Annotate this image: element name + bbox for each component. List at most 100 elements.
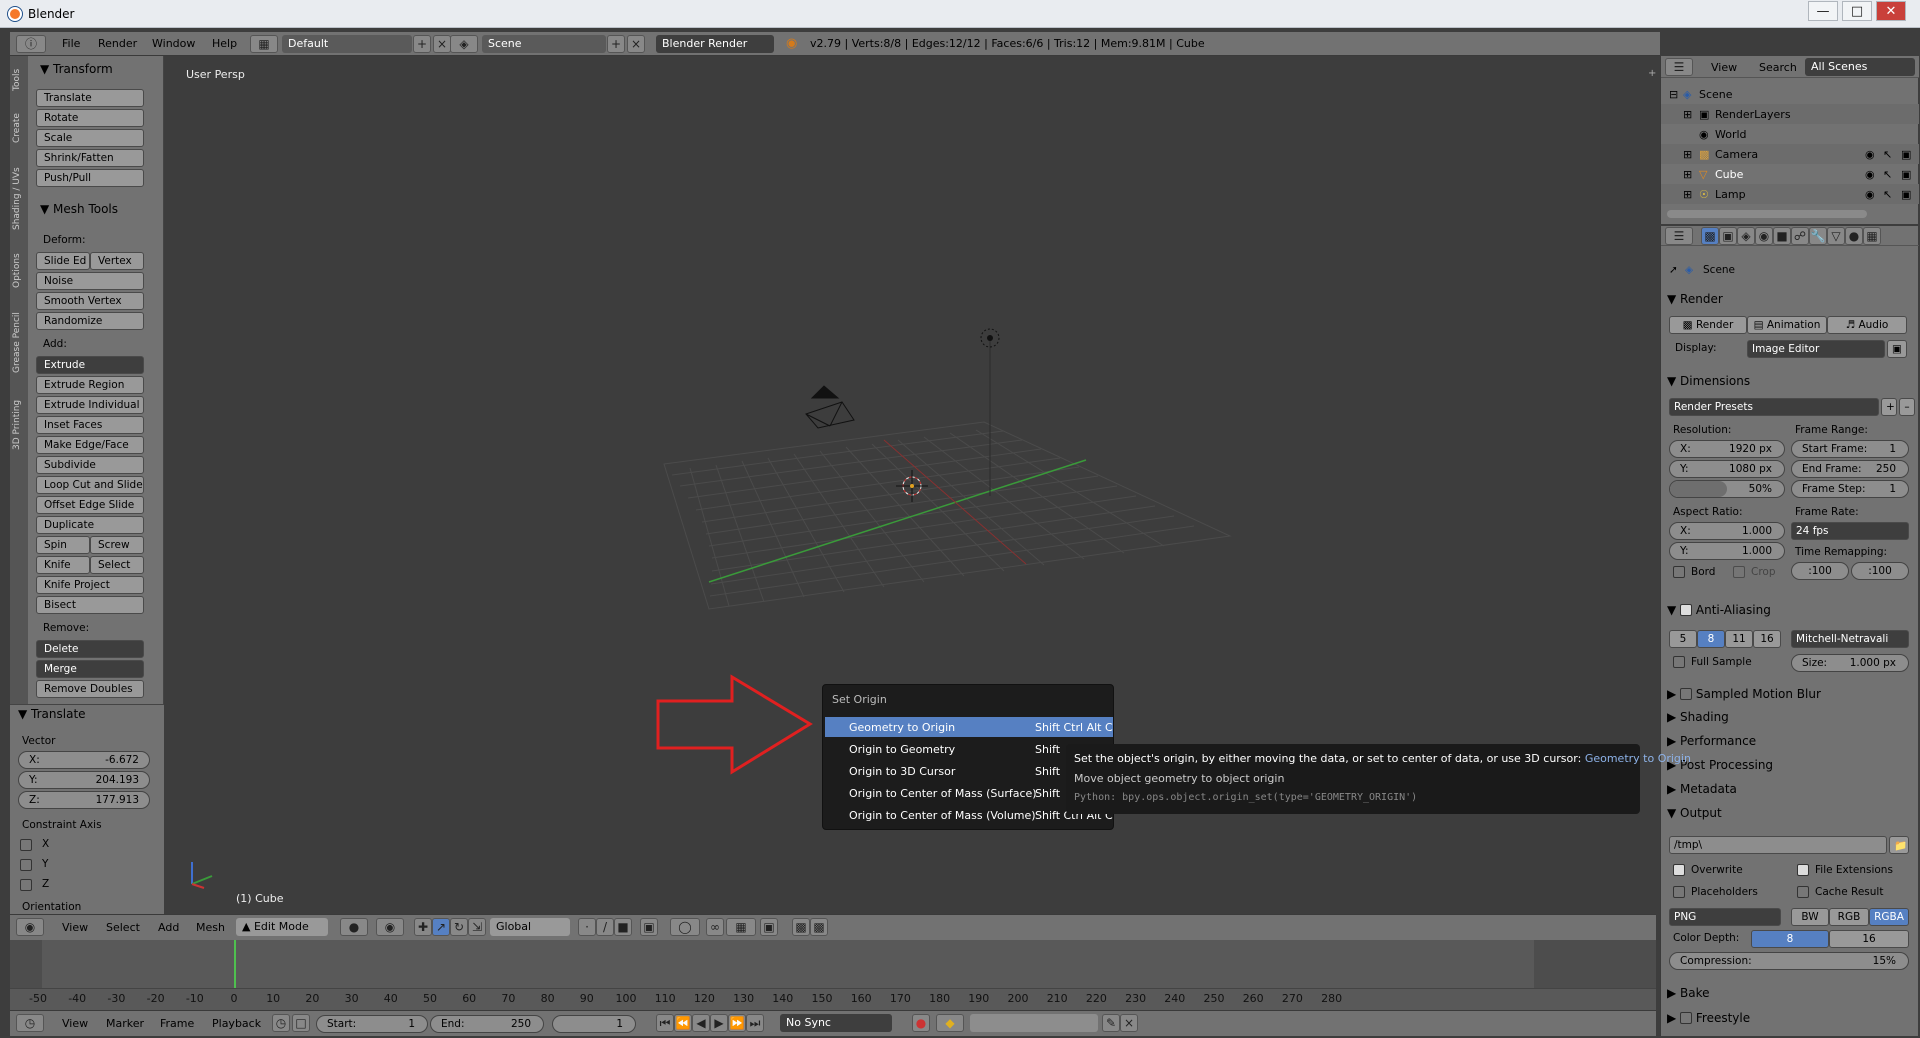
outliner-item-scene[interactable]: ⊟ ◈ Scene xyxy=(1661,84,1919,104)
extrude-individual-button[interactable]: Extrude Individual xyxy=(36,396,144,414)
frame-rate-select[interactable]: 24 fps xyxy=(1791,522,1909,540)
menu-mesh[interactable]: Mesh xyxy=(196,921,225,934)
extrude-region-button[interactable]: Extrude Region xyxy=(36,376,144,394)
tl-menu-view[interactable]: View xyxy=(62,1017,88,1030)
menu-add[interactable]: Add xyxy=(158,921,179,934)
object-tab-icon[interactable]: ■ xyxy=(1773,227,1791,245)
output-section[interactable]: ▼ Output xyxy=(1667,806,1722,820)
menu-help[interactable]: Help xyxy=(212,37,237,50)
viewport-shading-icon[interactable]: ● xyxy=(340,918,368,936)
start-frame-prop[interactable]: Start Frame: 1 xyxy=(1791,440,1909,458)
render-layers-tab-icon[interactable]: ▣ xyxy=(1719,227,1737,245)
tab-create[interactable]: Create xyxy=(12,106,26,150)
play-reverse-icon[interactable]: ◀ xyxy=(692,1014,710,1032)
outliner-menu-view[interactable]: View xyxy=(1711,61,1737,74)
output-path-field[interactable]: /tmp\ xyxy=(1669,836,1887,854)
properties-editor-icon[interactable]: ☰ xyxy=(1665,227,1693,245)
resolution-percentage-slider[interactable]: 50% xyxy=(1669,480,1785,498)
file-extensions-checkbox[interactable] xyxy=(1797,864,1809,876)
outliner-display-mode[interactable]: All Scenes xyxy=(1805,58,1915,76)
texture-tab-icon[interactable]: ▦ xyxy=(1863,227,1881,245)
frame-step-prop[interactable]: Frame Step: 1 xyxy=(1791,480,1909,498)
menu-render[interactable]: Render xyxy=(98,37,137,50)
animation-button[interactable]: ▤ Animation xyxy=(1747,316,1827,334)
crop-checkbox[interactable] xyxy=(1733,566,1745,578)
delete-keyframe-icon[interactable]: × xyxy=(1120,1014,1138,1032)
metadata-section[interactable]: ▶ Metadata xyxy=(1667,782,1737,796)
cache-result-checkbox[interactable] xyxy=(1797,886,1809,898)
sync-mode-select[interactable]: No Sync xyxy=(780,1014,892,1032)
aa-samples-8[interactable]: 8 xyxy=(1697,630,1725,648)
overwrite-checkbox[interactable] xyxy=(1673,864,1685,876)
spin-button[interactable]: Spin xyxy=(36,536,90,554)
outliner-editor-icon[interactable]: ☰ xyxy=(1665,58,1693,76)
info-editor-icon[interactable]: ⓘ xyxy=(16,35,46,53)
compression-slider[interactable]: Compression: 15% xyxy=(1669,952,1909,970)
menu-item-geometry-to-origin[interactable]: Geometry to Origin Shift Ctrl Alt C xyxy=(825,717,1113,737)
randomize-button[interactable]: Randomize xyxy=(36,312,144,330)
add-preset-icon[interactable]: + xyxy=(1881,398,1897,416)
filter-size-field[interactable]: Size: 1.000 px xyxy=(1791,654,1909,672)
minimize-icon[interactable]: — xyxy=(1808,1,1838,21)
remove-scene-icon[interactable]: × xyxy=(627,35,645,53)
tab-tools[interactable]: Tools xyxy=(12,62,26,98)
timeline[interactable]: -50 -40 -30 -20 -10 0 10 20 30 40 50 60 70 80 90 100 110… xyxy=(10,940,1656,1010)
insert-keyframe-icon[interactable]: ✎ xyxy=(1102,1014,1120,1032)
vector-y-field[interactable]: Y: 204.193 xyxy=(18,771,150,789)
freestyle-checkbox[interactable] xyxy=(1680,1012,1693,1024)
remove-layout-icon[interactable]: × xyxy=(433,35,451,53)
data-tab-icon[interactable]: ▽ xyxy=(1827,227,1845,245)
outliner-item-cube[interactable]: ⊞ ▽ Cube ◉ ↖ ▣ xyxy=(1661,164,1919,184)
render-button[interactable]: ▩ Render xyxy=(1669,316,1747,334)
remove-preset-icon[interactable]: – xyxy=(1899,398,1915,416)
offset-edge-slide-button[interactable]: Offset Edge Slide xyxy=(36,496,144,514)
vector-x-field[interactable]: X: -6.672 xyxy=(18,751,150,769)
extrude-dropdown[interactable]: Extrude xyxy=(36,356,144,374)
render-tab-icon[interactable]: ▩ xyxy=(1701,227,1719,245)
display-select[interactable]: Image Editor xyxy=(1747,340,1885,358)
viewport-plus-icon[interactable]: + xyxy=(1648,68,1656,79)
dimensions-section[interactable]: ▼ Dimensions xyxy=(1667,374,1750,388)
duplicate-button[interactable]: Duplicate xyxy=(36,516,144,534)
remap-old-field[interactable]: :100 xyxy=(1791,562,1849,580)
tab-grease-pencil[interactable]: Grease Pencil xyxy=(12,302,26,384)
add-scene-icon[interactable]: + xyxy=(607,35,625,53)
jump-keyframe-forward-icon[interactable]: ⏩ xyxy=(728,1014,746,1032)
lock-icon[interactable]: □ xyxy=(292,1014,310,1032)
color-rgba[interactable]: RGBA xyxy=(1869,908,1909,926)
vertex-select-icon[interactable]: · xyxy=(578,918,596,936)
render-preview-icon[interactable]: ▩ xyxy=(792,918,810,936)
display-toggle-icon[interactable]: ▣ xyxy=(1887,340,1907,358)
tl-menu-marker[interactable]: Marker xyxy=(106,1017,144,1030)
add-layout-icon[interactable]: + xyxy=(413,35,431,53)
shrink-fatten-button[interactable]: Shrink/Fatten xyxy=(36,149,144,167)
expand-icon[interactable]: ⊞ xyxy=(1683,108,1692,121)
outliner-menu-search[interactable]: Search xyxy=(1759,61,1797,74)
slide-vertex-button[interactable]: Vertex xyxy=(90,252,144,270)
aspect-y-field[interactable]: Y: 1.000 xyxy=(1669,542,1785,560)
tl-menu-frame[interactable]: Frame xyxy=(160,1017,194,1030)
layout-field[interactable]: Default xyxy=(282,35,412,53)
audio-button[interactable]: ♬ Audio xyxy=(1827,316,1907,334)
border-checkbox[interactable] xyxy=(1673,566,1685,578)
motion-blur-checkbox[interactable] xyxy=(1680,688,1693,700)
scale-manipulator-icon[interactable]: ⇲ xyxy=(468,918,486,936)
resolution-x-field[interactable]: X: 1920 px xyxy=(1669,440,1785,458)
knife-button[interactable]: Knife xyxy=(36,556,90,574)
placeholders-checkbox[interactable] xyxy=(1673,886,1685,898)
color-rgb[interactable]: RGB xyxy=(1829,908,1869,926)
pin-icon[interactable]: ➚ xyxy=(1669,264,1678,276)
scene-icon[interactable]: ◈ xyxy=(450,35,478,53)
visibility-eye-icon[interactable]: ◉ xyxy=(1865,168,1875,181)
aa-filter-select[interactable]: Mitchell-Netravali xyxy=(1791,630,1909,648)
noise-button[interactable]: Noise xyxy=(36,272,144,290)
editor-type-icon[interactable]: ◉ xyxy=(16,918,44,936)
render-section[interactable]: ▼ Render xyxy=(1667,292,1723,306)
select-arrow-icon[interactable]: ↖ xyxy=(1883,188,1892,201)
render-presets-select[interactable]: Render Presets xyxy=(1669,398,1879,416)
mesh-tools-panel-title[interactable]: ▼ Mesh Tools xyxy=(40,202,118,216)
slide-edge-button[interactable]: Slide Ed xyxy=(36,252,90,270)
anti-aliasing-section[interactable]: ▼ Anti-Aliasing xyxy=(1667,602,1771,617)
outliner-item-renderlayers[interactable]: ⊞ ▣ RenderLayers xyxy=(1661,104,1919,124)
expand-icon[interactable]: ⊟ xyxy=(1669,88,1678,101)
